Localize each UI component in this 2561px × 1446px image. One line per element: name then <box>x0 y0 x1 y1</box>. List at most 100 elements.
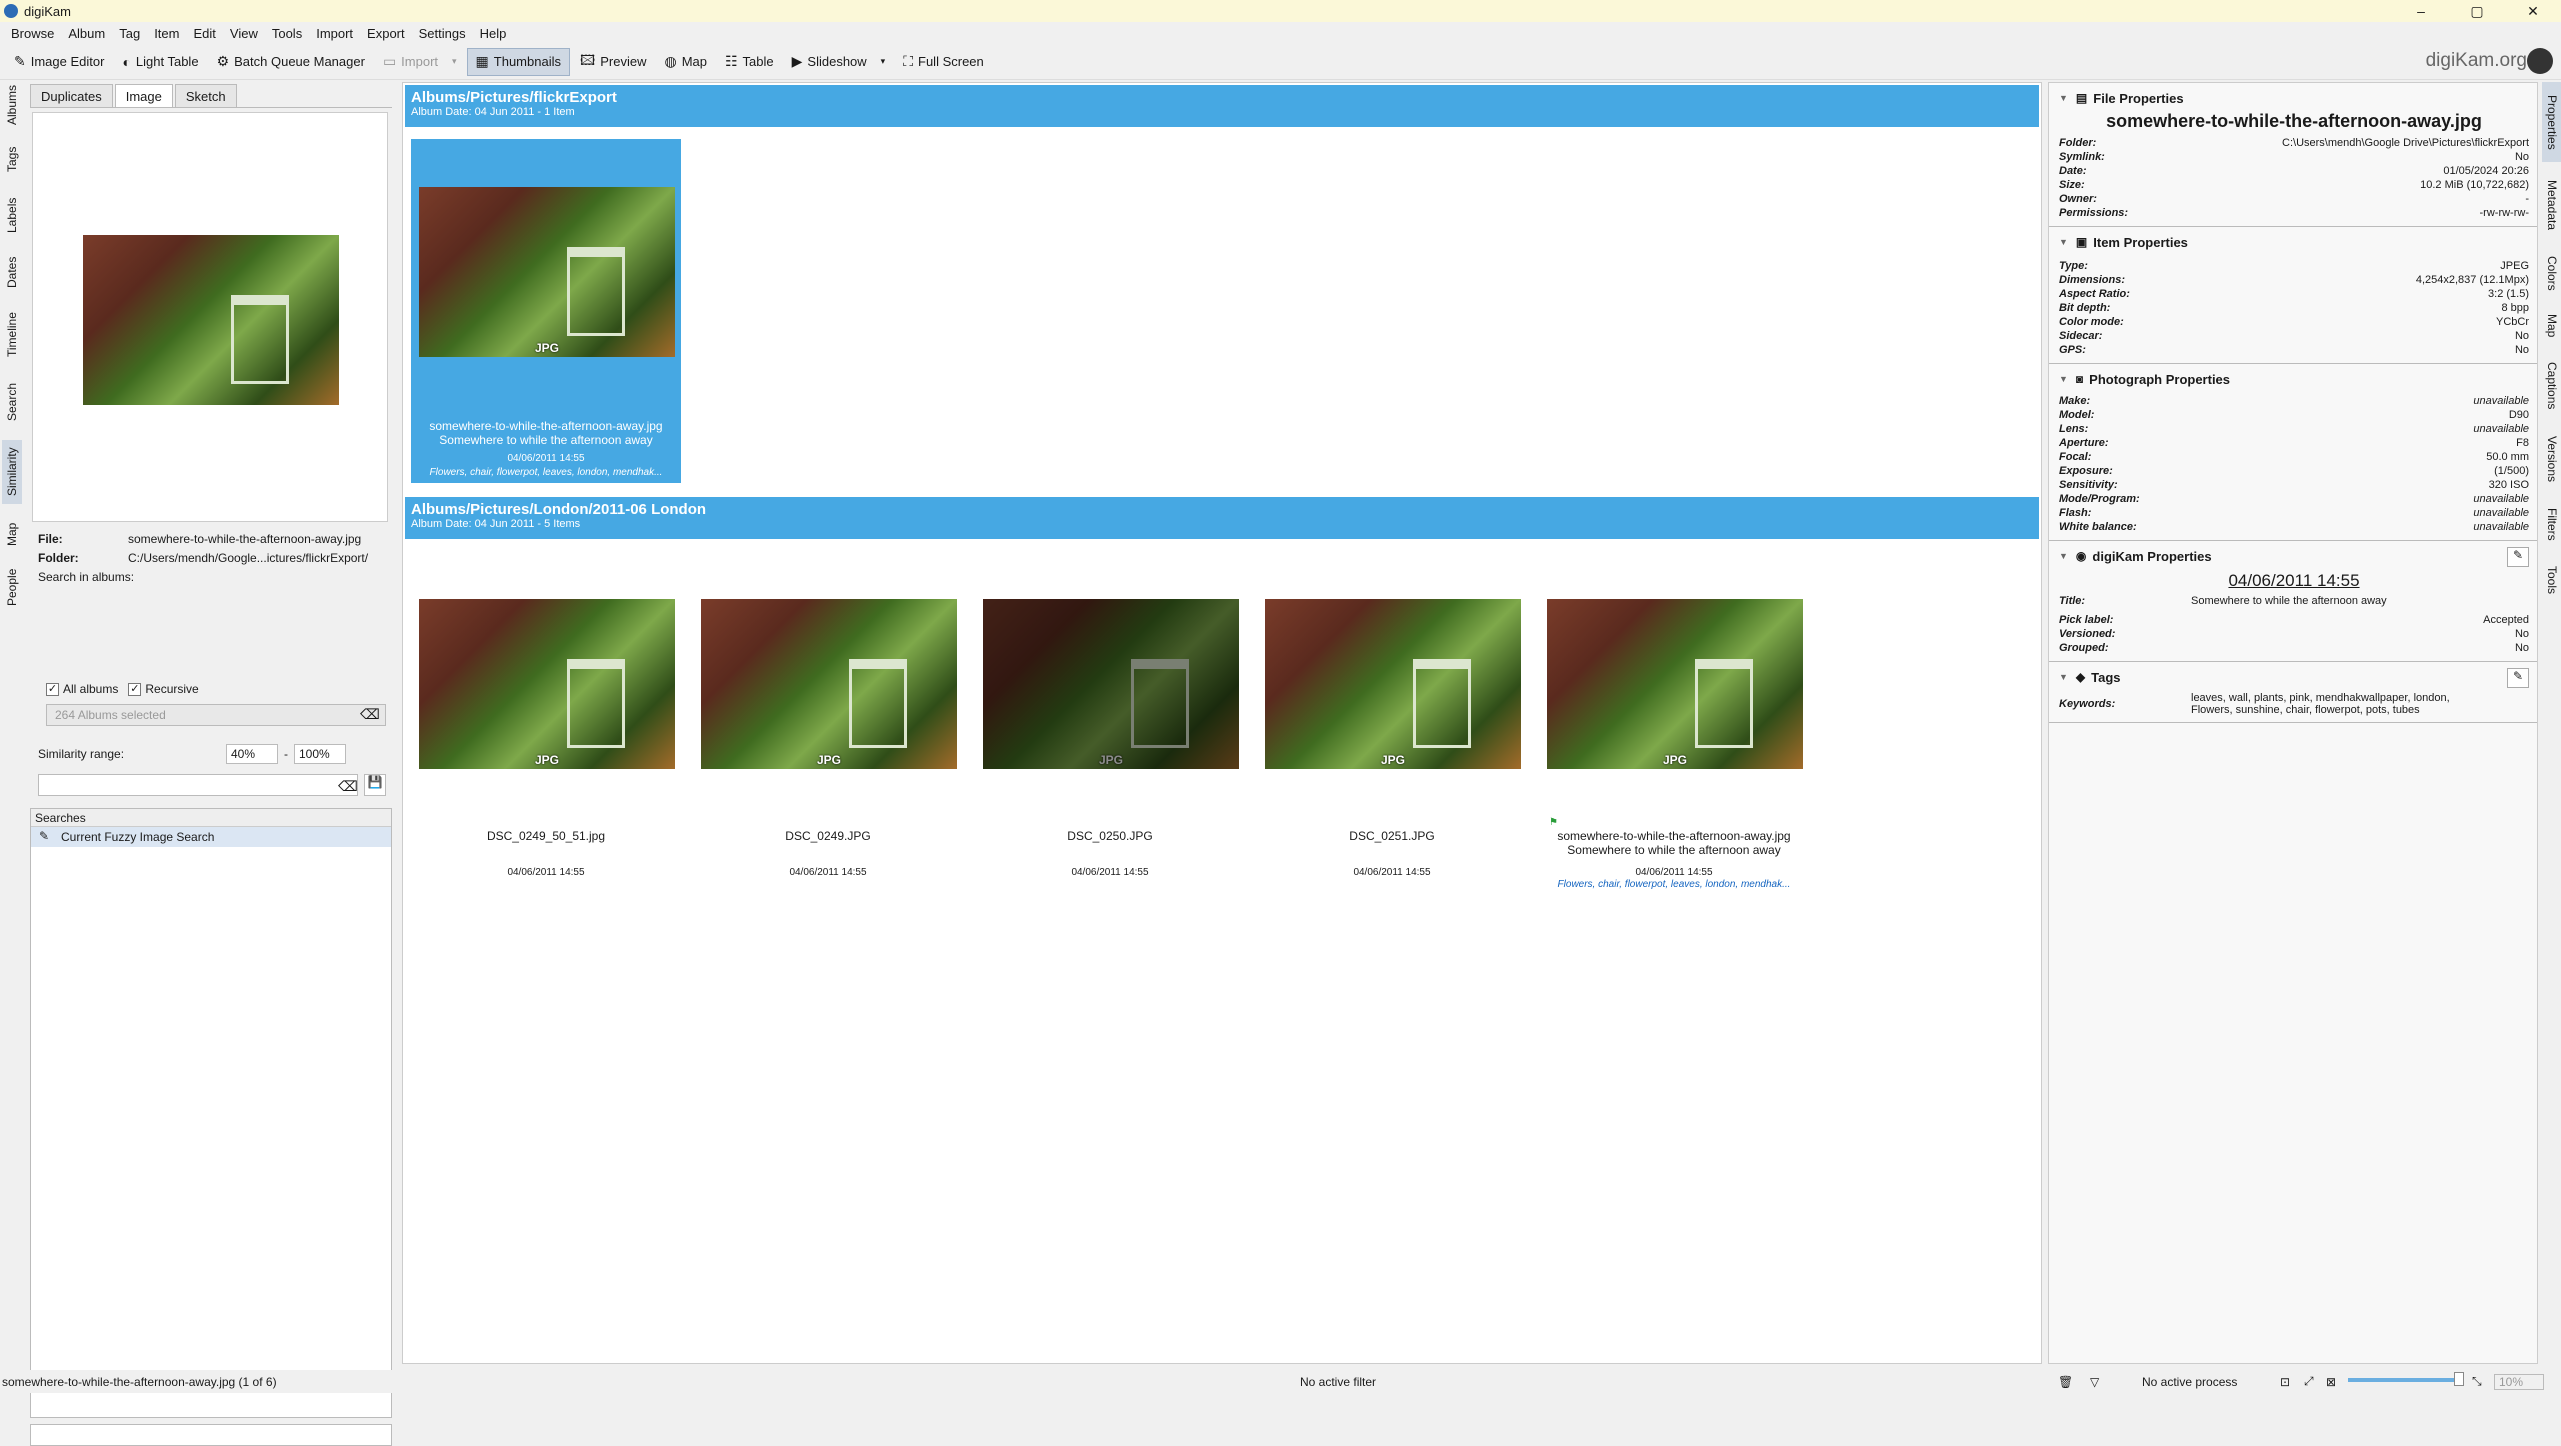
zoom-fit-icon[interactable]: ⊡ <box>2280 1375 2290 1389</box>
range-min-spinbox[interactable]: 40% <box>226 744 278 764</box>
image-editor-button[interactable]: ✎ Image Editor <box>6 48 112 76</box>
clear-albums-icon[interactable]: ⌫ <box>360 706 380 723</box>
table-button[interactable]: ☷ Table <box>717 48 782 76</box>
menu-import[interactable]: Import <box>309 26 360 41</box>
edit-icon[interactable]: ✎ <box>2507 547 2529 567</box>
search-item-current-fuzzy[interactable]: ✎ Current Fuzzy Image Search <box>31 827 391 847</box>
tab-properties[interactable]: Properties <box>2542 82 2561 162</box>
tab-duplicates[interactable]: Duplicates <box>30 84 113 107</box>
menu-export[interactable]: Export <box>360 26 412 41</box>
menu-settings[interactable]: Settings <box>412 26 473 41</box>
photograph-properties-header[interactable]: ▼ ◙ Photograph Properties <box>2059 368 2529 390</box>
tab-versions[interactable]: Versions <box>2542 428 2561 490</box>
trash-icon[interactable]: 🗑 <box>2058 1375 2073 1389</box>
album-group-header[interactable]: Albums/Pictures/flickrExport Album Date:… <box>405 85 2039 127</box>
tab-search[interactable]: Search <box>2 378 22 426</box>
tab-labels[interactable]: Labels <box>2 192 22 238</box>
menu-browse[interactable]: Browse <box>4 26 61 41</box>
tab-sketch[interactable]: Sketch <box>174 84 237 107</box>
recursive-checkbox[interactable]: ✓ <box>128 682 142 696</box>
all-albums-checkbox[interactable]: ✓ <box>46 682 59 696</box>
edit-tags-icon[interactable]: ✎ <box>2507 668 2529 688</box>
import-button[interactable]: ▭ Import ▾ <box>375 48 465 76</box>
thumbnail-item[interactable]: JPG DSC_0250.JPG 04/06/2011 14:55 <box>975 551 1245 895</box>
item-properties-header[interactable]: ▼ ▣ Item Properties <box>2059 231 2529 253</box>
batch-queue-button[interactable]: ⚙ Batch Queue Manager <box>209 48 373 76</box>
tab-image[interactable]: Image <box>114 84 173 107</box>
album-group-header[interactable]: Albums/Pictures/London/2011-06 London Al… <box>405 497 2039 539</box>
range-max-spinbox[interactable]: 100% <box>294 744 346 764</box>
close-button[interactable]: ✕ <box>2505 0 2561 22</box>
zoom-slider-handle[interactable] <box>2454 1372 2464 1386</box>
tab-similarity[interactable]: Similarity <box>2 440 22 504</box>
prop-key: Lens: <box>2059 423 2089 435</box>
album-filter-box[interactable] <box>30 1424 392 1446</box>
thumbnail-selected[interactable]: JPG somewhere-to-while-the-afternoon-awa… <box>411 139 681 483</box>
tab-albums[interactable]: Albums <box>2 82 22 128</box>
zoom-expand-icon[interactable]: ⤢ <box>2304 1374 2314 1389</box>
tab-timeline[interactable]: Timeline <box>2 307 22 363</box>
map-button[interactable]: ◍ Map <box>656 48 715 76</box>
save-icon[interactable]: 💾 <box>364 774 386 796</box>
filter-icon[interactable]: ▽ <box>2090 1375 2099 1389</box>
menu-album[interactable]: Album <box>61 26 112 41</box>
full-screen-button[interactable]: ⛶ Full Screen <box>895 48 992 76</box>
tab-map[interactable]: Map <box>2 518 22 550</box>
menu-help[interactable]: Help <box>473 26 514 41</box>
tab-dates[interactable]: Dates <box>2 252 22 292</box>
searches-list: Searches ✎ Current Fuzzy Image Search <box>30 808 392 1418</box>
minimize-button[interactable]: – <box>2393 0 2449 22</box>
zoom-level[interactable]: 10% <box>2494 1373 2544 1390</box>
prop-row: Size: 10.2 MiB (10,722,682) <box>2059 178 2529 192</box>
pick-flag-icon: ⚑ <box>1549 817 1558 828</box>
menu-tools[interactable]: Tools <box>265 26 309 41</box>
tab-right-map[interactable]: Map <box>2542 308 2561 344</box>
menu-tag[interactable]: Tag <box>112 26 147 41</box>
maximize-button[interactable]: ▢ <box>2449 0 2505 22</box>
file-properties-header[interactable]: ▼ ▤ File Properties <box>2059 87 2529 109</box>
slideshow-dropdown-icon[interactable]: ▾ <box>881 56 886 67</box>
prop-value: - <box>2525 193 2529 205</box>
tags-header[interactable]: ▼ ◆ Tags <box>2059 666 2529 688</box>
zoom-slider-track[interactable] <box>2348 1378 2458 1382</box>
album-group-title: Albums/Pictures/London/2011-06 London <box>411 501 707 518</box>
slideshow-button[interactable]: ▶ Slideshow ▾ <box>784 48 894 76</box>
prop-row: Bit depth: 8 bpp <box>2059 301 2529 315</box>
menu-view[interactable]: View <box>223 26 265 41</box>
menu-edit[interactable]: Edit <box>186 26 222 41</box>
searches-header[interactable]: Searches <box>31 809 391 827</box>
thumbnail-item[interactable]: JPG ⚑ somewhere-to-while-the-afternoon-a… <box>1539 551 1809 895</box>
thumbnail-item[interactable]: JPG DSC_0249_50_51.jpg 04/06/2011 14:55 <box>411 551 681 895</box>
zoom-out-icon[interactable]: ⊠ <box>2326 1375 2336 1389</box>
tab-people[interactable]: People <box>2 562 22 612</box>
zoom-in-icon[interactable]: ⤡ <box>2472 1374 2482 1389</box>
thumbnail-item[interactable]: JPG DSC_0251.JPG 04/06/2011 14:55 <box>1257 551 1527 895</box>
preview-button[interactable]: 🖾 Preview <box>572 48 654 76</box>
file-properties-section: ▼ ▤ File Properties somewhere-to-while-the… <box>2049 83 2537 227</box>
tab-filters[interactable]: Filters <box>2542 500 2561 548</box>
thumbnail-filename: DSC_0249.JPG <box>785 829 871 843</box>
light-table-button[interactable]: ◐ Light Table <box>114 48 206 76</box>
prop-value: No <box>2514 642 2529 654</box>
tab-tools[interactable]: Tools <box>2542 558 2561 602</box>
item-properties-title: Item Properties <box>2093 234 2188 250</box>
save-search-input[interactable] <box>38 774 358 796</box>
prop-row: Dimensions: 4,254x2,837 (12.1Mpx) <box>2059 273 2529 287</box>
tab-captions[interactable]: Captions <box>2542 354 2561 418</box>
thumbnails-button[interactable]: ▦ Thumbnails <box>466 47 570 76</box>
album-group-title: Albums/Pictures/flickrExport <box>411 89 617 106</box>
tab-metadata[interactable]: Metadata <box>2542 172 2561 238</box>
status-filter[interactable]: No active filter <box>1300 1375 1376 1389</box>
clear-search-icon[interactable]: ⌫ <box>338 778 358 795</box>
search-in-label: Search in albums: <box>38 570 135 584</box>
menu-item[interactable]: Item <box>147 26 186 41</box>
prop-row: Focal: 50.0 mm <box>2059 450 2529 464</box>
reference-image-box[interactable] <box>32 112 388 522</box>
tab-tags[interactable]: Tags <box>2 142 22 176</box>
import-dropdown-icon[interactable]: ▾ <box>452 56 457 67</box>
digikam-date-link[interactable]: 04/06/2011 14:55 <box>2059 571 2529 591</box>
albums-selector[interactable]: 264 Albums selected <box>46 704 386 726</box>
tab-colors[interactable]: Colors <box>2542 248 2561 298</box>
digikam-properties-header[interactable]: ▼ ◉ digiKam Properties <box>2059 545 2529 567</box>
thumbnail-item[interactable]: JPG DSC_0249.JPG 04/06/2011 14:55 <box>693 551 963 895</box>
